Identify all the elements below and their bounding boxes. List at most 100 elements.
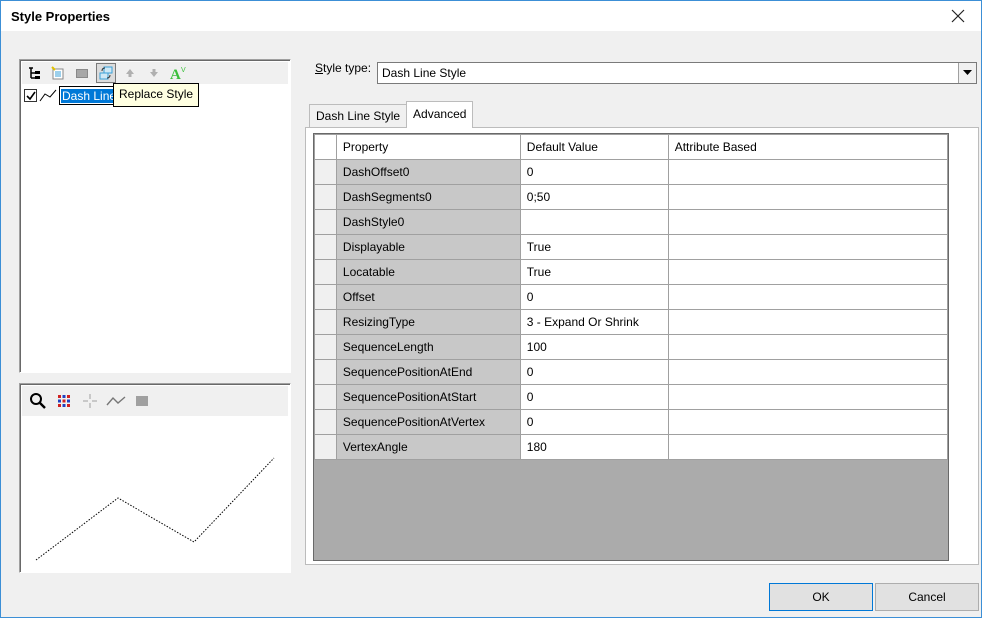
row-selector[interactable] (314, 359, 337, 385)
table-row[interactable]: DashSegments0 0;50 (314, 184, 949, 210)
close-button[interactable] (935, 1, 981, 31)
property-name-cell: SequenceLength (335, 334, 521, 360)
table-row[interactable]: DashStyle0 (314, 209, 949, 235)
property-name-cell: DashSegments0 (335, 184, 521, 210)
table-row[interactable]: Offset 0 (314, 284, 949, 310)
zoom-button[interactable] (28, 391, 48, 411)
property-name-cell: VertexAngle (335, 434, 521, 460)
default-value-cell[interactable]: True (519, 259, 669, 285)
default-value-cell[interactable] (519, 209, 669, 235)
default-value-cell[interactable]: 0 (519, 359, 669, 385)
tab-dash-line-style[interactable]: Dash Line Style (309, 104, 408, 128)
property-name-cell: ResizingType (335, 309, 521, 335)
row-selector[interactable] (314, 259, 337, 285)
row-selector[interactable] (314, 309, 337, 335)
attribute-based-cell[interactable] (667, 259, 949, 285)
point-icon (83, 394, 97, 408)
table-row[interactable]: SequencePositionAtStart 0 (314, 384, 949, 410)
line-preview (35, 457, 275, 561)
point-button[interactable] (80, 391, 100, 411)
row-selector[interactable] (314, 159, 337, 185)
default-value-cell[interactable]: True (519, 234, 669, 260)
style-properties-dialog: Style Properties A V Dash Line Style Rep… (0, 0, 982, 618)
preview-panel (19, 383, 291, 573)
style-type-dropdown[interactable]: Dash Line Style (377, 62, 977, 84)
row-selector[interactable] (314, 384, 337, 410)
line-style-icon (39, 89, 57, 101)
tab-advanced[interactable]: Advanced (406, 101, 474, 128)
preview-toolbar (22, 386, 288, 416)
row-selector[interactable] (314, 434, 337, 460)
row-selector[interactable] (314, 184, 337, 210)
row-selector[interactable] (314, 234, 337, 260)
table-row[interactable]: VertexAngle 180 (314, 434, 949, 460)
move-down-button[interactable] (144, 63, 164, 83)
default-value-cell[interactable]: 100 (519, 334, 669, 360)
svg-text:A: A (170, 67, 181, 81)
move-up-button[interactable] (120, 63, 140, 83)
row-selector[interactable] (314, 209, 337, 235)
default-value-cell[interactable]: 0 (519, 284, 669, 310)
close-icon (951, 9, 965, 23)
table-row[interactable]: SequenceLength 100 (314, 334, 949, 360)
default-value-cell[interactable]: 0;50 (519, 184, 669, 210)
row-selector[interactable] (314, 284, 337, 310)
style-checkbox[interactable] (24, 89, 37, 102)
default-value-cell[interactable]: 3 - Expand Or Shrink (519, 309, 669, 335)
attribute-based-cell[interactable] (667, 359, 949, 385)
property-name-cell: Offset (335, 284, 521, 310)
replace-style-button[interactable] (96, 63, 116, 83)
tree-icon (29, 67, 40, 79)
attribute-based-cell[interactable] (667, 334, 949, 360)
default-value-cell[interactable]: 180 (519, 434, 669, 460)
property-grid: Property Default Value Attribute Based D… (313, 133, 949, 561)
property-name-cell: Locatable (335, 259, 521, 285)
style-type-label: Style type: (315, 61, 372, 75)
default-value-cell[interactable]: 0 (519, 384, 669, 410)
table-row[interactable]: ResizingType 3 - Expand Or Shrink (314, 309, 949, 335)
attribute-based-cell[interactable] (667, 284, 949, 310)
attribute-based-cell[interactable] (667, 184, 949, 210)
property-name-cell: DashOffset0 (335, 159, 521, 185)
font-style-icon: AV (170, 67, 186, 81)
attribute-based-cell[interactable] (667, 384, 949, 410)
title-bar: Style Properties (1, 1, 981, 31)
window-title: Style Properties (11, 9, 110, 24)
delete-style-button[interactable] (72, 63, 92, 83)
default-value-cell[interactable]: 0 (519, 159, 669, 185)
attribute-based-cell[interactable] (667, 309, 949, 335)
property-name-cell: SequencePositionAtEnd (335, 359, 521, 385)
font-style-button[interactable]: AV (168, 63, 188, 83)
column-header-default-value[interactable]: Default Value (519, 134, 669, 160)
default-value-cell[interactable]: 0 (519, 409, 669, 435)
palette-grid-button[interactable] (54, 391, 74, 411)
line-button[interactable] (106, 391, 126, 411)
attribute-based-cell[interactable] (667, 434, 949, 460)
attribute-based-cell[interactable] (667, 159, 949, 185)
attribute-based-cell[interactable] (667, 234, 949, 260)
grid-header-row: Property Default Value Attribute Based (314, 134, 949, 160)
table-row[interactable]: SequencePositionAtVertex 0 (314, 409, 949, 435)
style-type-value: Dash Line Style (382, 66, 467, 80)
attribute-based-cell[interactable] (667, 209, 949, 235)
tree-button[interactable] (24, 63, 44, 83)
attribute-based-cell[interactable] (667, 409, 949, 435)
move-down-icon (150, 69, 158, 77)
column-header-attribute-based[interactable]: Attribute Based (667, 134, 949, 160)
table-row[interactable]: Displayable True (314, 234, 949, 260)
tab-strip: Dash Line Style Advanced (309, 101, 474, 128)
row-header-corner (314, 134, 337, 160)
table-row[interactable]: SequencePositionAtEnd 0 (314, 359, 949, 385)
column-header-property[interactable]: Property (335, 134, 521, 160)
row-selector[interactable] (314, 334, 337, 360)
row-selector[interactable] (314, 409, 337, 435)
area-button[interactable] (132, 391, 152, 411)
property-name-cell: DashStyle0 (335, 209, 521, 235)
new-style-button[interactable] (48, 63, 68, 83)
ok-button[interactable]: OK (769, 583, 873, 611)
table-row[interactable]: Locatable True (314, 259, 949, 285)
style-type-dropdown-button[interactable] (958, 63, 976, 83)
new-style-icon (51, 66, 64, 80)
table-row[interactable]: DashOffset0 0 (314, 159, 949, 185)
cancel-button[interactable]: Cancel (875, 583, 979, 611)
